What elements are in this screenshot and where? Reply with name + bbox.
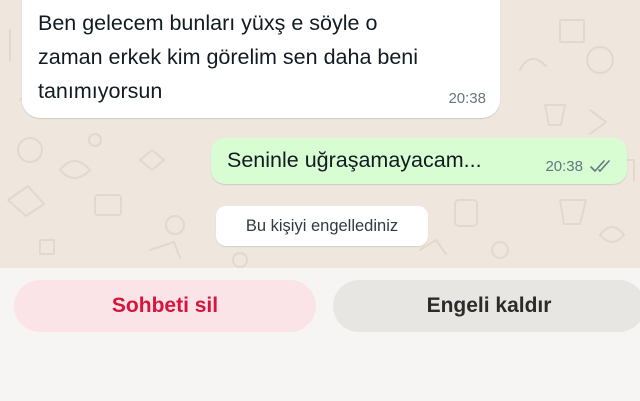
chat-area: Ben gelecem bunları yüxş e söyle o zaman… [0,0,640,268]
incoming-message-time: 20:38 [448,90,486,107]
blocked-actions-bar: Sohbeti sil Engeli kaldır [0,268,640,401]
incoming-message-text: Ben gelecem bunları yüxş e söyle o zaman… [38,11,419,103]
outgoing-message-bubble[interactable]: Seninle uğraşamayacam... 20:38 [211,138,627,184]
outgoing-message-text: Seninle uğraşamayacam... [227,148,482,172]
double-check-icon [590,160,610,172]
outgoing-message-time: 20:38 [545,158,583,175]
unblock-button[interactable]: Engeli kaldır [333,280,640,332]
delete-chat-button[interactable]: Sohbeti sil [14,280,316,332]
blocked-contact-notice: Bu kişiyi engellediniz [216,206,428,246]
incoming-message-bubble[interactable]: Ben gelecem bunları yüxş e söyle o zaman… [22,0,500,118]
